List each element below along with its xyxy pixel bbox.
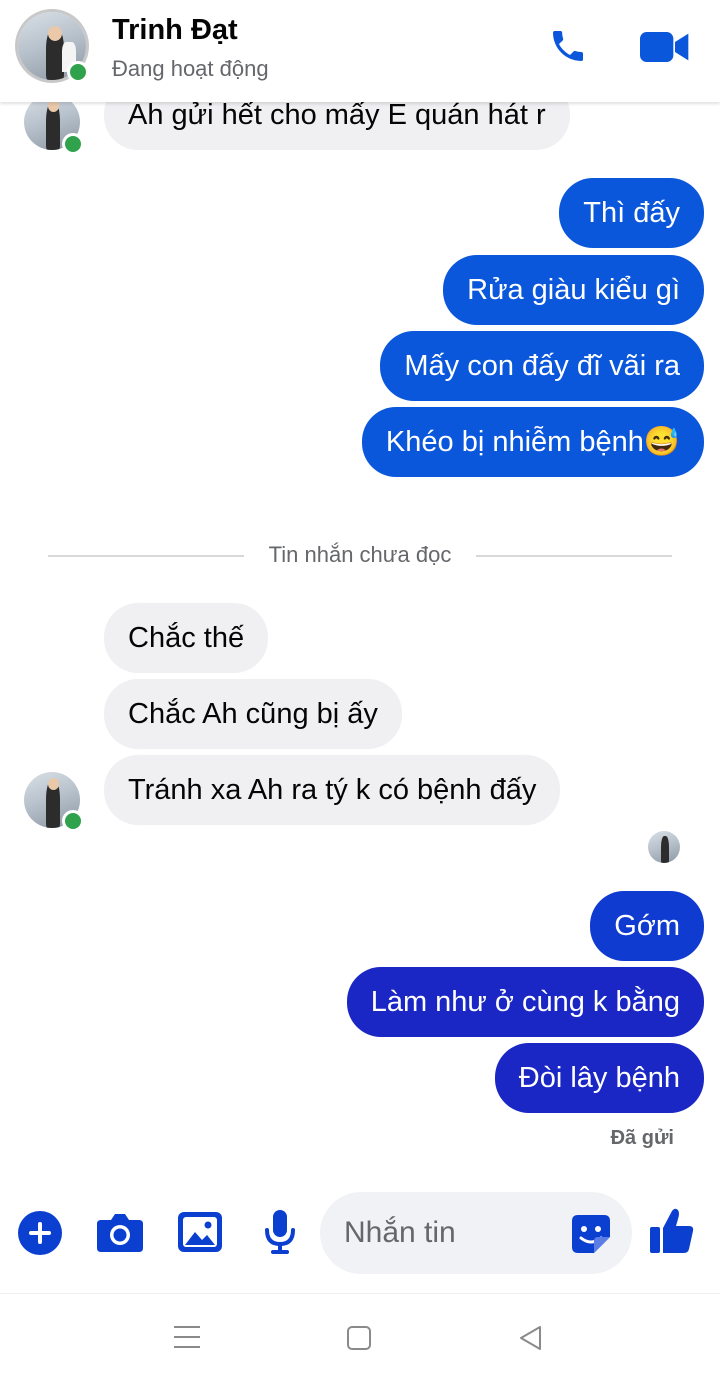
contact-status: Đang hoạt động xyxy=(112,56,269,81)
outgoing-message[interactable]: Thì đấy xyxy=(559,178,704,248)
online-status-dot xyxy=(67,61,89,83)
contact-name[interactable]: Trinh Đạt xyxy=(112,14,238,47)
camera-icon[interactable] xyxy=(97,1212,143,1252)
online-status-dot xyxy=(62,810,84,832)
avatar-face xyxy=(48,778,59,790)
outgoing-message[interactable]: Làm như ở cùng k bằng xyxy=(346,967,704,1037)
incoming-message[interactable]: Chắc Ah cũng bị ấy xyxy=(104,679,402,749)
back-icon[interactable] xyxy=(518,1325,544,1351)
avatar-figure xyxy=(661,836,669,863)
avatar-face xyxy=(48,26,62,41)
online-status-dot xyxy=(62,133,84,155)
read-receipt-avatar xyxy=(648,831,680,863)
plus-icon[interactable] xyxy=(18,1211,62,1255)
outgoing-message[interactable]: Rửa giàu kiểu gì xyxy=(443,255,704,325)
incoming-message[interactable]: Chắc thế xyxy=(104,603,269,673)
system-navigation-bar xyxy=(0,1293,720,1382)
unread-divider-label: Tin nhắn chưa đọc xyxy=(268,542,452,567)
outgoing-message[interactable]: Mấy con đấy đĩ vãi ra xyxy=(380,331,704,401)
sent-status: Đã gửi xyxy=(610,1127,674,1149)
incoming-message[interactable]: Tránh xa Ah ra tý k có bệnh đấy xyxy=(104,755,561,825)
outgoing-message[interactable]: Khéo bị nhiễm bệnh😅 xyxy=(361,407,704,477)
outgoing-message[interactable]: Đòi lây bệnh xyxy=(494,1043,704,1113)
video-call-icon[interactable] xyxy=(640,30,690,64)
like-icon[interactable] xyxy=(650,1208,694,1254)
sticker-icon[interactable] xyxy=(572,1215,610,1253)
phone-icon[interactable] xyxy=(548,26,588,66)
home-icon[interactable] xyxy=(347,1326,371,1350)
image-icon[interactable] xyxy=(178,1212,222,1252)
microphone-icon[interactable] xyxy=(264,1210,296,1254)
recent-apps-icon[interactable] xyxy=(174,1324,200,1350)
chat-header: Trinh Đạt Đang hoạt động xyxy=(0,0,720,102)
outgoing-message[interactable]: Gớm xyxy=(590,891,704,961)
